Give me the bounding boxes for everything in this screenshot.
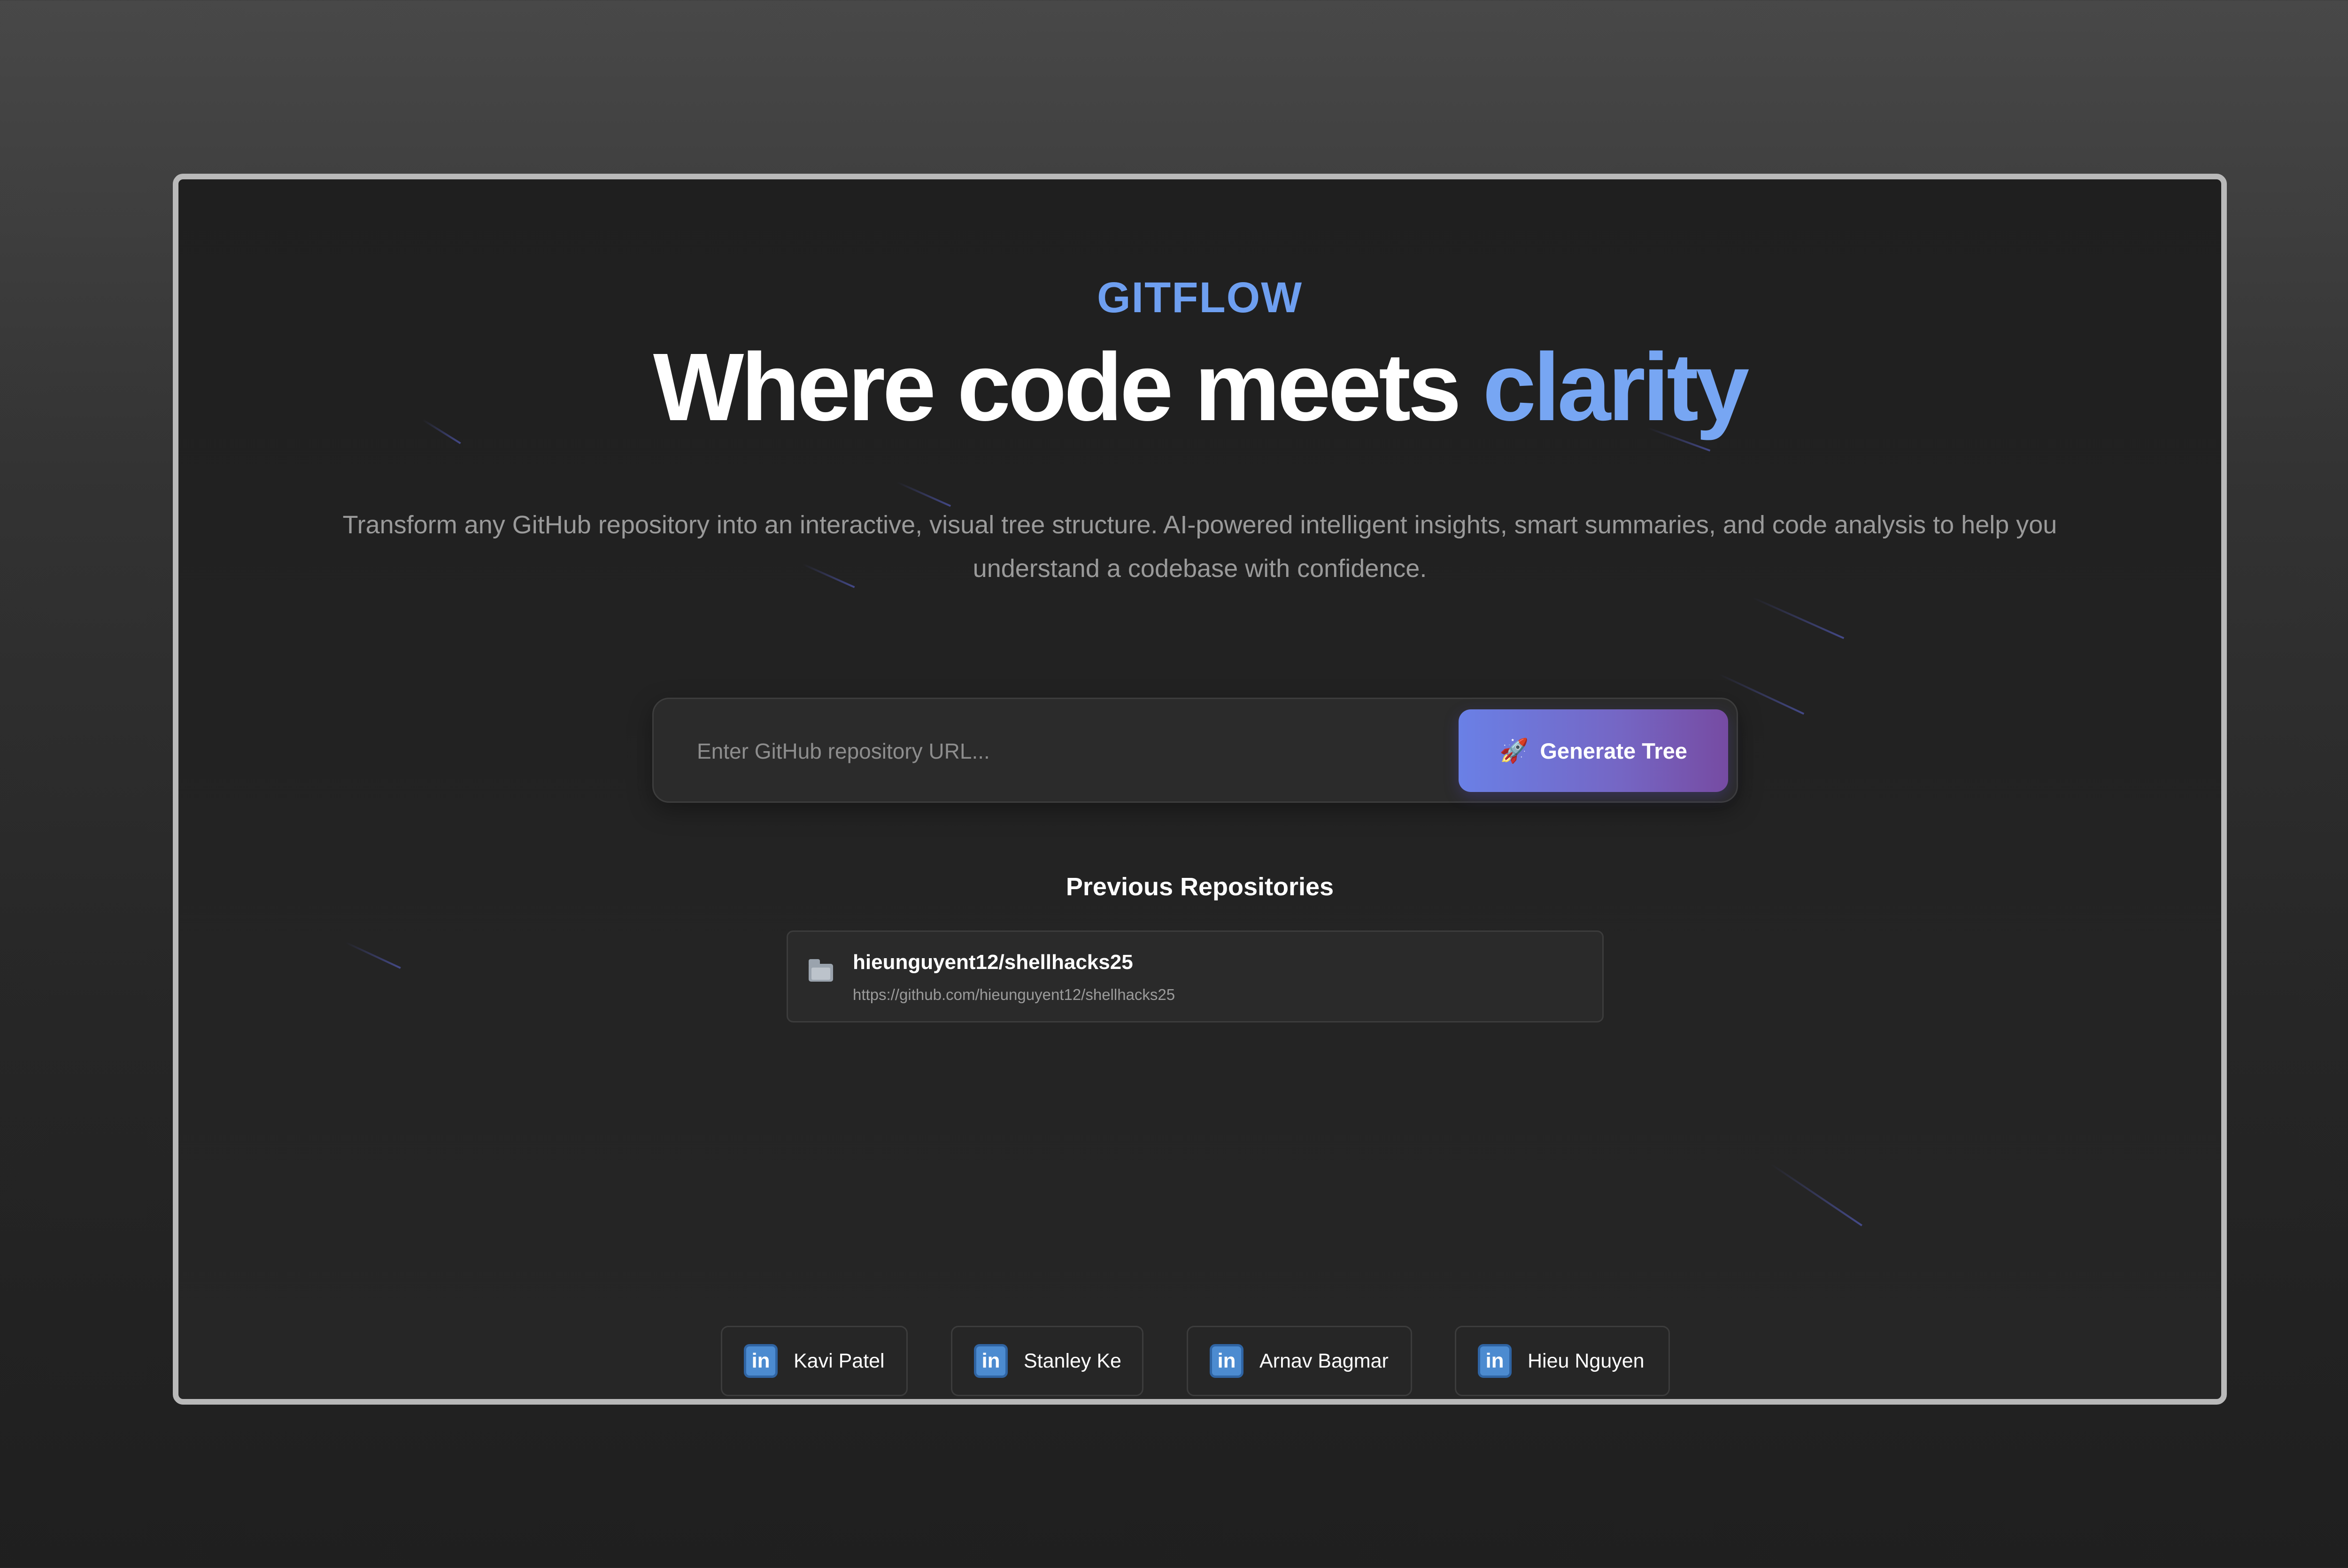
search-bar: 🚀 Generate Tree: [652, 698, 1738, 803]
decorative-streak: [1769, 1163, 1862, 1227]
creator-name: Kavi Patel: [794, 1349, 885, 1372]
generate-tree-button[interactable]: 🚀 Generate Tree: [1459, 709, 1728, 792]
brand-title: GITFLOW: [1097, 274, 1303, 322]
creator-links: in Kavi Patel in Stanley Ke in Arnav Bag…: [178, 1326, 2221, 1396]
linkedin-icon: in: [1210, 1344, 1244, 1378]
creator-name: Arnav Bagmar: [1259, 1349, 1389, 1372]
tagline: Transform any GitHub repository into an …: [342, 511, 2057, 583]
previous-repositories-title: Previous Repositories: [1066, 873, 1334, 901]
repo-url: https://github.com/hieunguyent12/shellha…: [853, 986, 1175, 1003]
creator-name: Stanley Ke: [1024, 1349, 1121, 1372]
linkedin-icon: in: [1478, 1344, 1512, 1378]
generate-tree-label: Generate Tree: [1540, 738, 1687, 763]
decorative-streak: [345, 941, 401, 969]
linkedin-icon: in: [974, 1344, 1008, 1378]
hero-heading: Where code meets clarity: [178, 337, 2221, 438]
linkedin-icon: in: [744, 1344, 778, 1378]
folder-icon: [809, 959, 833, 982]
repo-url-input[interactable]: [696, 718, 1440, 784]
decorative-streak: [1751, 596, 1845, 639]
rocket-icon: 🚀: [1499, 737, 1529, 764]
creator-name: Hieu Nguyen: [1528, 1349, 1645, 1372]
app-window: GITFLOW Where code meets clarity Transfo…: [173, 174, 2227, 1405]
repo-name: hieunguyent12/shellhacks25: [853, 951, 1133, 974]
creator-link-arnav-bagmar[interactable]: in Arnav Bagmar: [1187, 1326, 1412, 1396]
hero-heading-main: Where code meets: [653, 333, 1461, 441]
previous-repo-item[interactable]: hieunguyent12/shellhacks25 https://githu…: [787, 930, 1604, 1022]
creator-link-stanley-ke[interactable]: in Stanley Ke: [951, 1326, 1143, 1396]
creator-link-hieu-nguyen[interactable]: in Hieu Nguyen: [1455, 1326, 1670, 1396]
hero-heading-accent: clarity: [1483, 333, 1749, 441]
creator-link-kavi-patel[interactable]: in Kavi Patel: [721, 1326, 908, 1396]
